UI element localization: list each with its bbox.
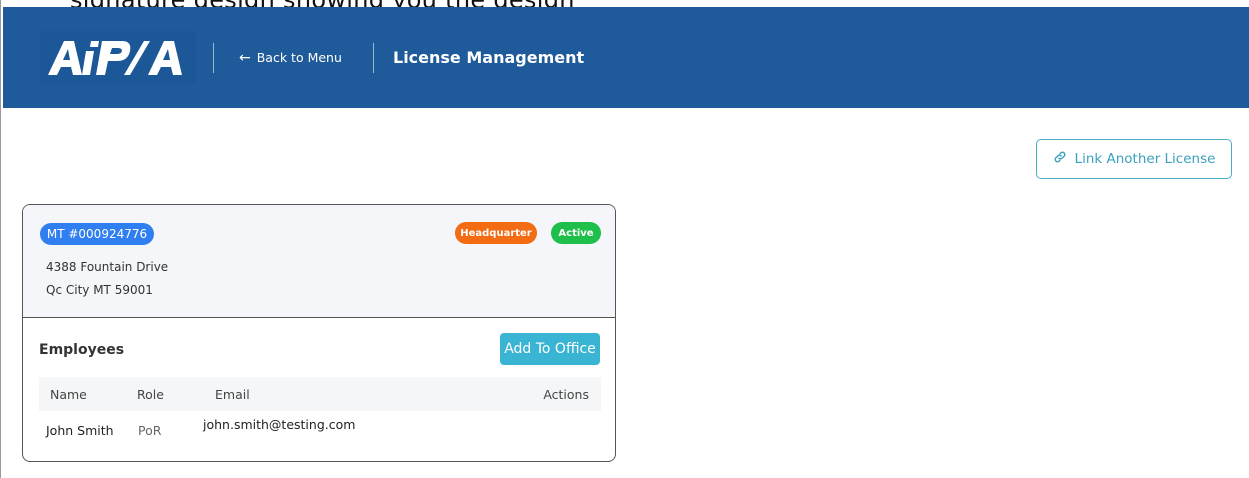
add-to-office-button[interactable]: Add To Office (500, 333, 600, 365)
arrow-left-icon: ← (239, 49, 251, 66)
link-icon (1053, 150, 1067, 168)
back-link-label: Back to Menu (256, 50, 342, 65)
address-line-1: 4388 Fountain Drive (46, 260, 169, 274)
headquarter-badge: Headquarter (455, 222, 537, 244)
license-card-header: MT #000924776 Headquarter Active 4388 Fo… (23, 205, 615, 318)
left-border (0, 0, 1, 478)
employee-email: john.smith@testing.com (203, 417, 356, 432)
aipsa-logo[interactable] (40, 31, 196, 83)
link-another-license-button[interactable]: Link Another License (1036, 139, 1232, 179)
license-card: MT #000924776 Headquarter Active 4388 Fo… (22, 204, 616, 462)
employees-table-header: Name Role Email Actions (39, 377, 601, 411)
employee-role: PoR (138, 423, 162, 438)
page-title: License Management (393, 48, 585, 67)
status-badge: Active (551, 222, 601, 244)
address-line-2: Qc City MT 59001 (46, 283, 153, 297)
back-to-menu-link[interactable]: ← Back to Menu (239, 50, 342, 65)
employee-name: John Smith (46, 423, 114, 438)
employees-heading: Employees (39, 342, 125, 358)
cropped-caption: signature design showing you the design (0, 0, 1249, 7)
column-header-actions: Actions (543, 387, 589, 402)
header-divider (213, 43, 214, 73)
link-button-label: Link Another License (1074, 151, 1216, 167)
app-header: ← Back to Menu License Management (3, 7, 1249, 108)
column-header-name: Name (50, 387, 87, 402)
header-divider (373, 43, 374, 73)
column-header-role: Role (137, 387, 164, 402)
license-number-badge[interactable]: MT #000924776 (40, 223, 154, 245)
column-header-email: Email (215, 387, 250, 402)
